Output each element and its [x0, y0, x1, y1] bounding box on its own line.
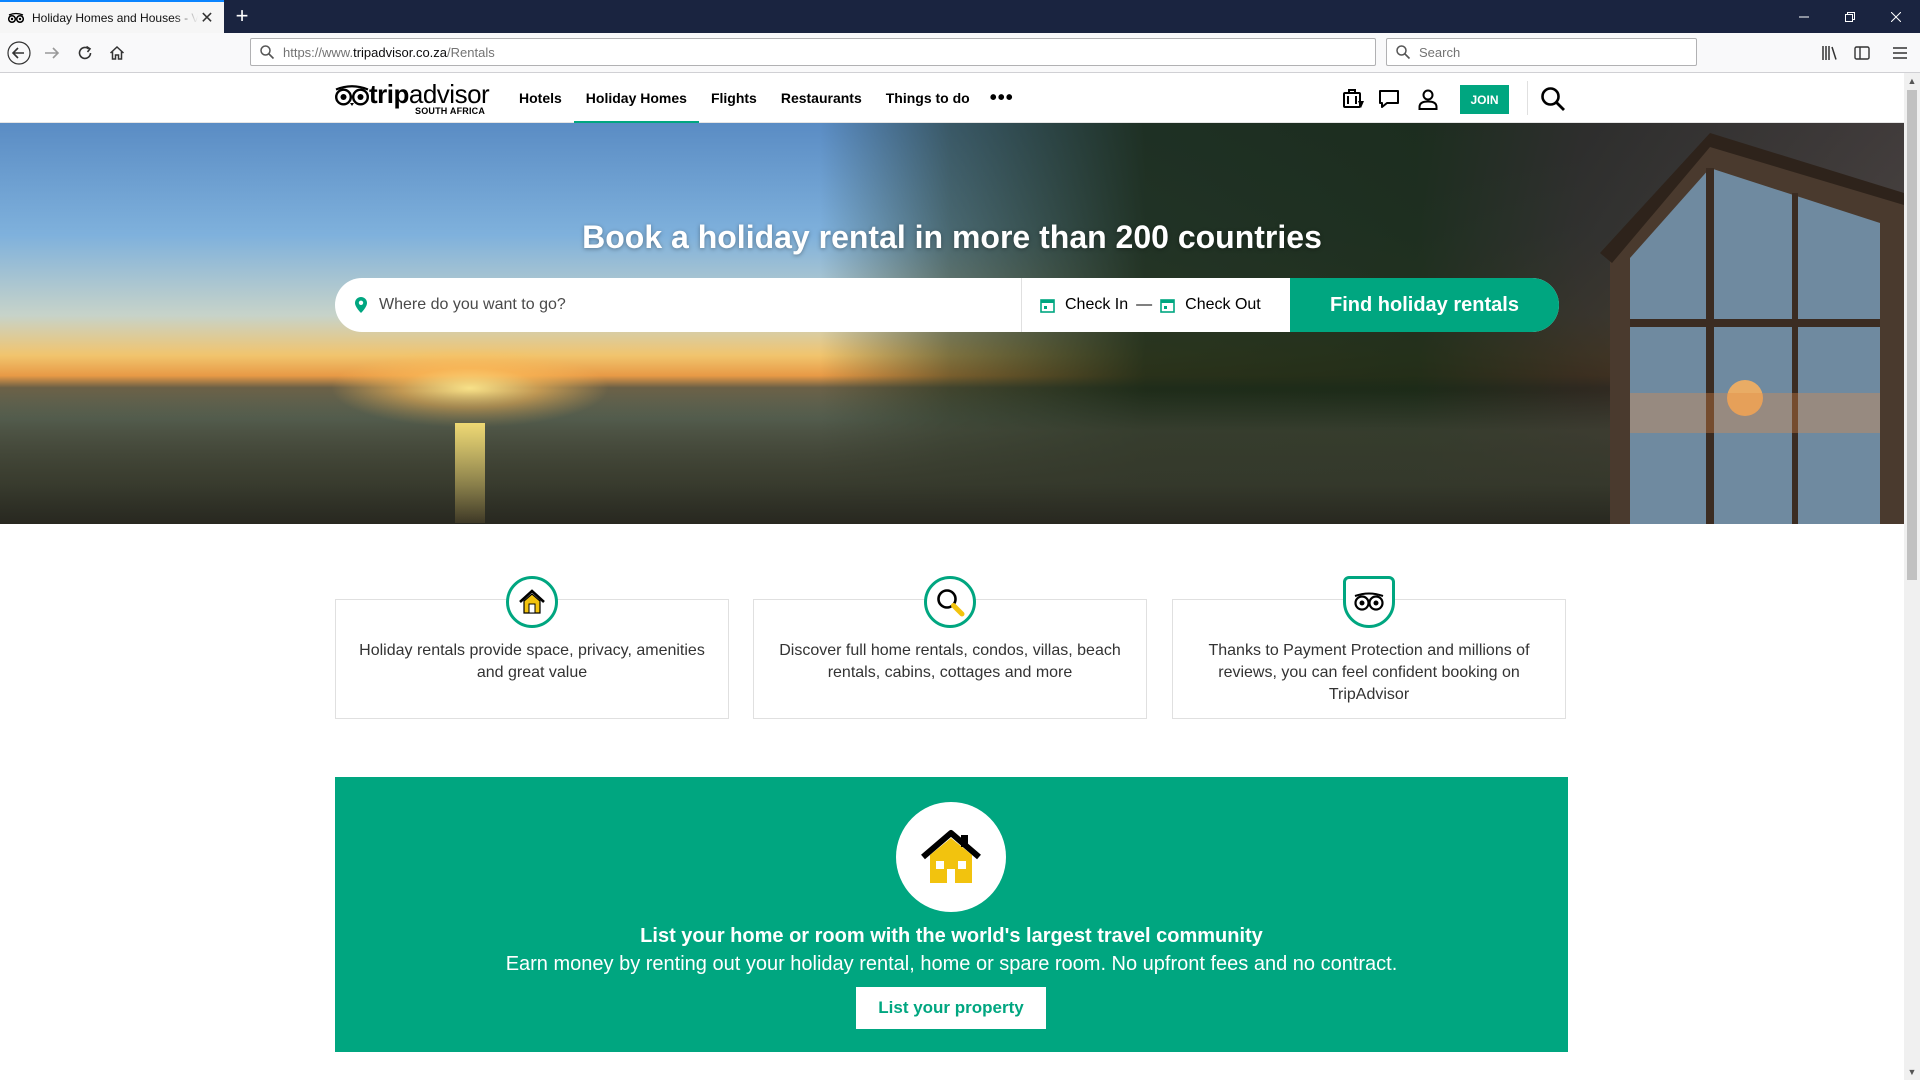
- feature-card: Discover full home rentals, condos, vill…: [753, 576, 1147, 719]
- scroll-down-icon[interactable]: ▼: [1904, 1064, 1920, 1080]
- minimize-icon[interactable]: [1781, 0, 1827, 33]
- feature-card: Thanks to Payment Protection and million…: [1172, 576, 1566, 719]
- message-icon: [1379, 90, 1399, 108]
- nav-flights[interactable]: Flights: [699, 73, 769, 123]
- trips-button[interactable]: [1339, 85, 1367, 113]
- scroll-thumb[interactable]: [1907, 90, 1917, 580]
- rental-search-form: Check In — Check Out Find holiday rental…: [335, 278, 1559, 332]
- home-button[interactable]: [104, 40, 130, 66]
- hamburger-menu-icon: [1893, 47, 1907, 59]
- tab-close-icon[interactable]: ✕: [198, 9, 216, 27]
- close-window-icon[interactable]: [1873, 0, 1919, 33]
- url-domain: tripadvisor.co.za: [353, 44, 448, 60]
- date-picker: Check In — Check Out: [1022, 278, 1290, 332]
- library-icon: [1822, 46, 1837, 60]
- browser-titlebar: Holiday Homes and Houses - V ✕ +: [0, 0, 1920, 33]
- logo-wordmark: tripadvisor: [369, 79, 490, 109]
- check-out-label: Check Out: [1185, 296, 1261, 313]
- calendar-icon: [1160, 298, 1175, 313]
- browser-search-field[interactable]: Search: [1386, 38, 1697, 66]
- page-viewport: tripadvisor SOUTH AFRICA Hotels Holiday …: [0, 73, 1904, 1080]
- magnifier-icon: [924, 576, 976, 628]
- inbox-button[interactable]: [1375, 85, 1403, 113]
- sidebar-icon: [1854, 46, 1870, 60]
- scroll-up-icon[interactable]: ▲: [1904, 73, 1920, 89]
- find-holiday-rentals-button[interactable]: Find holiday rentals: [1290, 278, 1559, 332]
- destination-field[interactable]: [335, 278, 1022, 332]
- back-button[interactable]: [6, 40, 32, 66]
- promo-title: List your home or room with the world's …: [640, 925, 1263, 947]
- date-separator: —: [1136, 296, 1153, 313]
- logo-trip-text: trip: [369, 79, 409, 109]
- browser-tab[interactable]: Holiday Homes and Houses - V ✕: [0, 0, 224, 33]
- hero-sun-reflection: [455, 423, 485, 523]
- logo-advisor-text: advisor: [408, 79, 490, 109]
- sidebar-button[interactable]: [1849, 40, 1875, 66]
- home-icon: [109, 45, 125, 60]
- browser-search-placeholder: Search: [1419, 44, 1461, 60]
- list-your-property-button[interactable]: List your property: [856, 987, 1046, 1029]
- list-property-banner: List your home or room with the world's …: [335, 777, 1568, 1052]
- feature-text: Discover full home rentals, condos, vill…: [779, 642, 1121, 681]
- hero-cabin-image: [1600, 133, 1904, 524]
- tab-title: Holiday Homes and Houses - V: [32, 10, 198, 25]
- menu-button[interactable]: [1887, 40, 1913, 66]
- nav-things-to-do[interactable]: Things to do: [874, 73, 982, 123]
- logo-region: SOUTH AFRICA: [415, 106, 486, 116]
- page-scrollbar[interactable]: ▲ ▼: [1904, 73, 1920, 1080]
- search-icon: [1541, 87, 1565, 111]
- restore-icon[interactable]: [1827, 0, 1873, 33]
- forward-button[interactable]: [39, 40, 65, 66]
- site-header: tripadvisor SOUTH AFRICA Hotels Holiday …: [0, 73, 1904, 123]
- nav-hotels[interactable]: Hotels: [507, 73, 574, 123]
- trips-suitcase-icon: [1343, 89, 1364, 108]
- nav-holiday-homes[interactable]: Holiday Homes: [573, 73, 700, 123]
- house-icon: [896, 802, 1006, 912]
- reload-icon: [78, 45, 92, 60]
- profile-button[interactable]: [1414, 85, 1442, 113]
- join-button[interactable]: JOIN: [1460, 85, 1509, 114]
- more-nav-button[interactable]: •••: [982, 73, 1022, 123]
- forward-arrow-icon: [45, 47, 60, 59]
- site-search-button[interactable]: [1539, 85, 1567, 113]
- feature-text: Holiday rentals provide space, privacy, …: [359, 642, 705, 681]
- location-pin-icon: [355, 297, 367, 313]
- reload-button[interactable]: [72, 40, 98, 66]
- owl-logo-icon: [335, 85, 369, 106]
- address-bar[interactable]: https://www. tripadvisor.co.za/Rentals: [250, 38, 1376, 66]
- feature-card: Holiday rentals provide space, privacy, …: [335, 576, 729, 719]
- search-icon: [1396, 45, 1411, 60]
- back-arrow-icon: [7, 41, 31, 65]
- main-nav: Hotels Holiday Homes Flights Restaurants…: [507, 73, 1022, 123]
- check-out-field[interactable]: Check Out: [1160, 296, 1261, 314]
- search-icon: [260, 45, 275, 60]
- nav-restaurants[interactable]: Restaurants: [769, 73, 874, 123]
- url-path: /Rentals: [447, 44, 495, 60]
- shield-owl-icon: [1343, 576, 1395, 628]
- calendar-icon: [1040, 298, 1055, 313]
- browser-toolbar: https://www. tripadvisor.co.za/Rentals Se…: [0, 33, 1920, 73]
- new-tab-button[interactable]: +: [230, 5, 254, 29]
- tripadvisor-favicon-icon: [8, 10, 24, 26]
- hero-banner: Book a holiday rental in more than 200 c…: [0, 123, 1904, 524]
- destination-input[interactable]: [379, 296, 979, 314]
- user-icon: [1418, 89, 1438, 110]
- check-in-label: Check In: [1065, 296, 1129, 313]
- tripadvisor-logo[interactable]: tripadvisor SOUTH AFRICA: [335, 79, 490, 116]
- promo-subtitle: Earn money by renting out your holiday r…: [505, 953, 1398, 975]
- hero-title: Book a holiday rental in more than 200 c…: [582, 219, 1322, 255]
- url-scheme: https://www.: [283, 44, 354, 60]
- header-divider: [1527, 81, 1528, 115]
- feature-text: Thanks to Payment Protection and million…: [1208, 642, 1530, 703]
- house-icon: [506, 576, 558, 628]
- check-in-field[interactable]: Check In: [1040, 296, 1128, 314]
- library-button[interactable]: [1817, 40, 1843, 66]
